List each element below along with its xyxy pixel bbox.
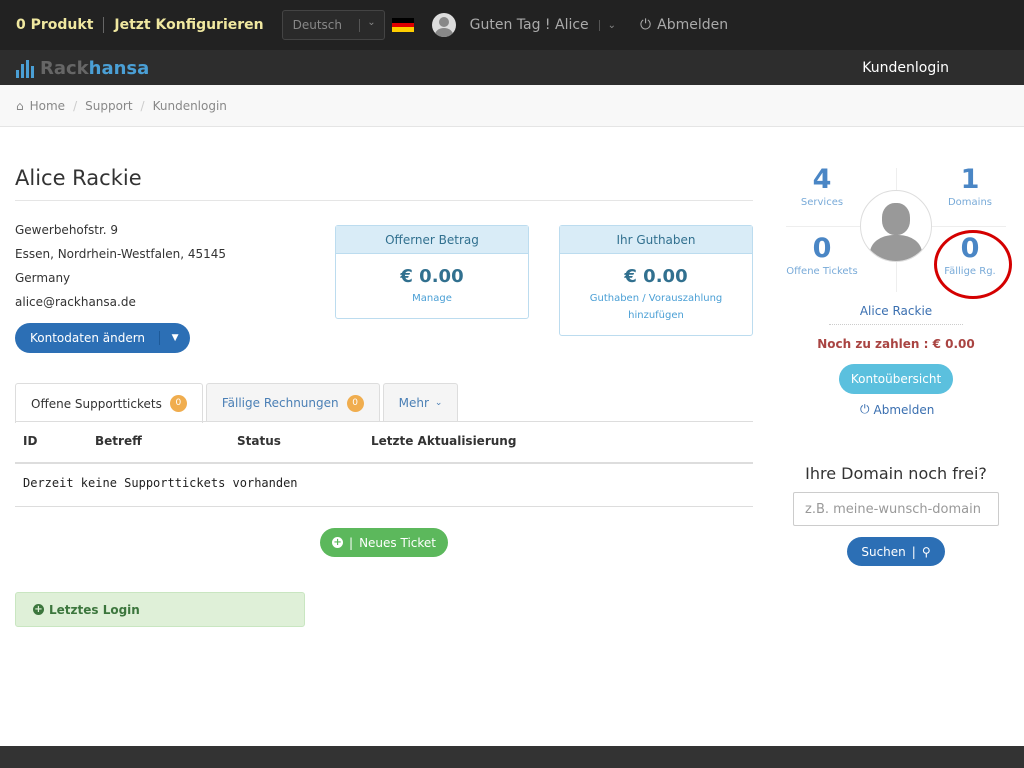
credit-value: € 0.00 — [624, 266, 688, 287]
domain-search-title: Ihre Domain noch frei? — [805, 464, 987, 483]
credit-header: Ihr Guthaben — [560, 226, 752, 254]
chevron-down-icon[interactable]: ▼ — [160, 333, 190, 343]
plus-circle-icon: + — [33, 604, 44, 615]
address-country: Germany — [15, 271, 71, 285]
open-amount-header: Offerner Betrag — [336, 226, 528, 254]
divider — [103, 17, 105, 33]
logout-label: Abmelden — [657, 17, 729, 33]
new-ticket-button[interactable]: + | Neues Ticket — [320, 528, 448, 557]
address-street: Gewerbehofstr. 9 — [15, 223, 119, 237]
chevron-down-icon: ⌄ — [367, 17, 376, 28]
cart-products-link[interactable]: 0 Produkt — [16, 17, 93, 33]
open-amount-panel: Offerner Betrag € 0.00 Manage — [335, 225, 529, 319]
column-header-updated[interactable]: Letzte Aktualisierung — [371, 434, 516, 448]
manage-link[interactable]: Manage — [336, 290, 528, 307]
logo-bars-icon — [16, 59, 34, 78]
tab-due-invoices[interactable]: Fällige Rechnungen 0 — [205, 383, 380, 422]
search-icon: ⚲ — [921, 544, 931, 559]
home-icon: ⌂ — [16, 98, 24, 113]
footer — [0, 746, 1024, 768]
stat-domains[interactable]: 1 Domains — [925, 164, 1015, 208]
chevron-down-icon[interactable]: ⌄ — [598, 19, 616, 31]
language-select[interactable]: Deutsch ⌄ — [281, 10, 385, 40]
tab-open-tickets[interactable]: Offene Supporttickets 0 — [15, 383, 203, 423]
stat-services[interactable]: 4 Services — [777, 164, 867, 208]
add-credit-link[interactable]: Guthaben / Vorauszahlung hinzufügen — [560, 290, 752, 324]
logout-link[interactable]: ⏻ Abmelden — [640, 17, 728, 33]
column-header-status[interactable]: Status — [237, 434, 281, 448]
address-block: Gewerbehofstr. 9 Essen, Nordrhein-Westfa… — [15, 218, 226, 314]
greeting-menu[interactable]: Guten Tag ! Alice — [470, 17, 589, 33]
power-icon: ⏻ — [640, 17, 652, 33]
domain-search-input[interactable] — [793, 492, 999, 526]
nav-kundenlogin[interactable]: Kundenlogin — [862, 60, 949, 76]
stat-open-tickets[interactable]: 0 Offene Tickets — [777, 233, 867, 277]
breadcrumb-support[interactable]: Support — [85, 99, 132, 113]
top-bar: 0 Produkt Jetzt Konfigurieren Deutsch ⌄ … — [0, 0, 1024, 50]
domain-search-button[interactable]: Suchen | ⚲ — [847, 537, 945, 566]
configure-link[interactable]: Jetzt Konfigurieren — [114, 17, 263, 33]
empty-table-message: Derzeit keine Supporttickets vorhanden — [23, 476, 298, 490]
tab-more[interactable]: Mehr ⌄ — [382, 383, 459, 422]
breadcrumb-current: Kundenlogin — [152, 98, 227, 113]
credit-panel: Ihr Guthaben € 0.00 Guthaben / Vorauszah… — [559, 225, 753, 336]
profile-avatar-icon — [860, 190, 932, 262]
column-header-subject[interactable]: Betreff — [95, 434, 142, 448]
address-city: Essen, Nordrhein-Westfalen, 45145 — [15, 247, 227, 261]
count-badge: 0 — [346, 394, 364, 412]
breadcrumb: ⌂ Home / Support / Kundenlogin — [0, 85, 1024, 127]
sidebar-user-name[interactable]: Alice Rackie — [829, 304, 963, 325]
power-icon: ⏻ — [860, 402, 870, 416]
chevron-down-icon: ⌄ — [434, 398, 443, 408]
column-header-id[interactable]: ID — [23, 434, 37, 448]
account-overview-button[interactable]: Kontoübersicht — [839, 364, 953, 394]
page-title: Alice Rackie — [15, 166, 142, 190]
red-annotation-circle — [934, 230, 1012, 299]
rackhansa-logo[interactable]: Rack hansa — [16, 58, 149, 79]
address-email: alice@rackhansa.de — [15, 295, 136, 309]
german-flag-icon[interactable] — [391, 18, 414, 33]
tab-bar: Offene Supporttickets 0 Fällige Rechnunge… — [15, 383, 459, 423]
edit-account-label[interactable]: Kontodaten ändern — [15, 331, 161, 345]
count-badge: 0 — [169, 395, 187, 412]
last-login-panel[interactable]: + Letztes Login — [15, 592, 305, 627]
amount-due-text: Noch zu zahlen : € 0.00 — [817, 337, 975, 351]
edit-account-button[interactable]: Kontodaten ändern ▼ — [15, 323, 191, 353]
open-amount-value: € 0.00 — [400, 266, 464, 287]
plus-circle-icon: + — [332, 537, 344, 548]
language-value: Deutsch — [292, 18, 343, 32]
sidebar-logout-link[interactable]: ⏻ Abmelden — [860, 402, 934, 417]
user-avatar-icon — [431, 13, 456, 37]
divider — [15, 200, 753, 201]
breadcrumb-home[interactable]: Home — [30, 99, 65, 113]
